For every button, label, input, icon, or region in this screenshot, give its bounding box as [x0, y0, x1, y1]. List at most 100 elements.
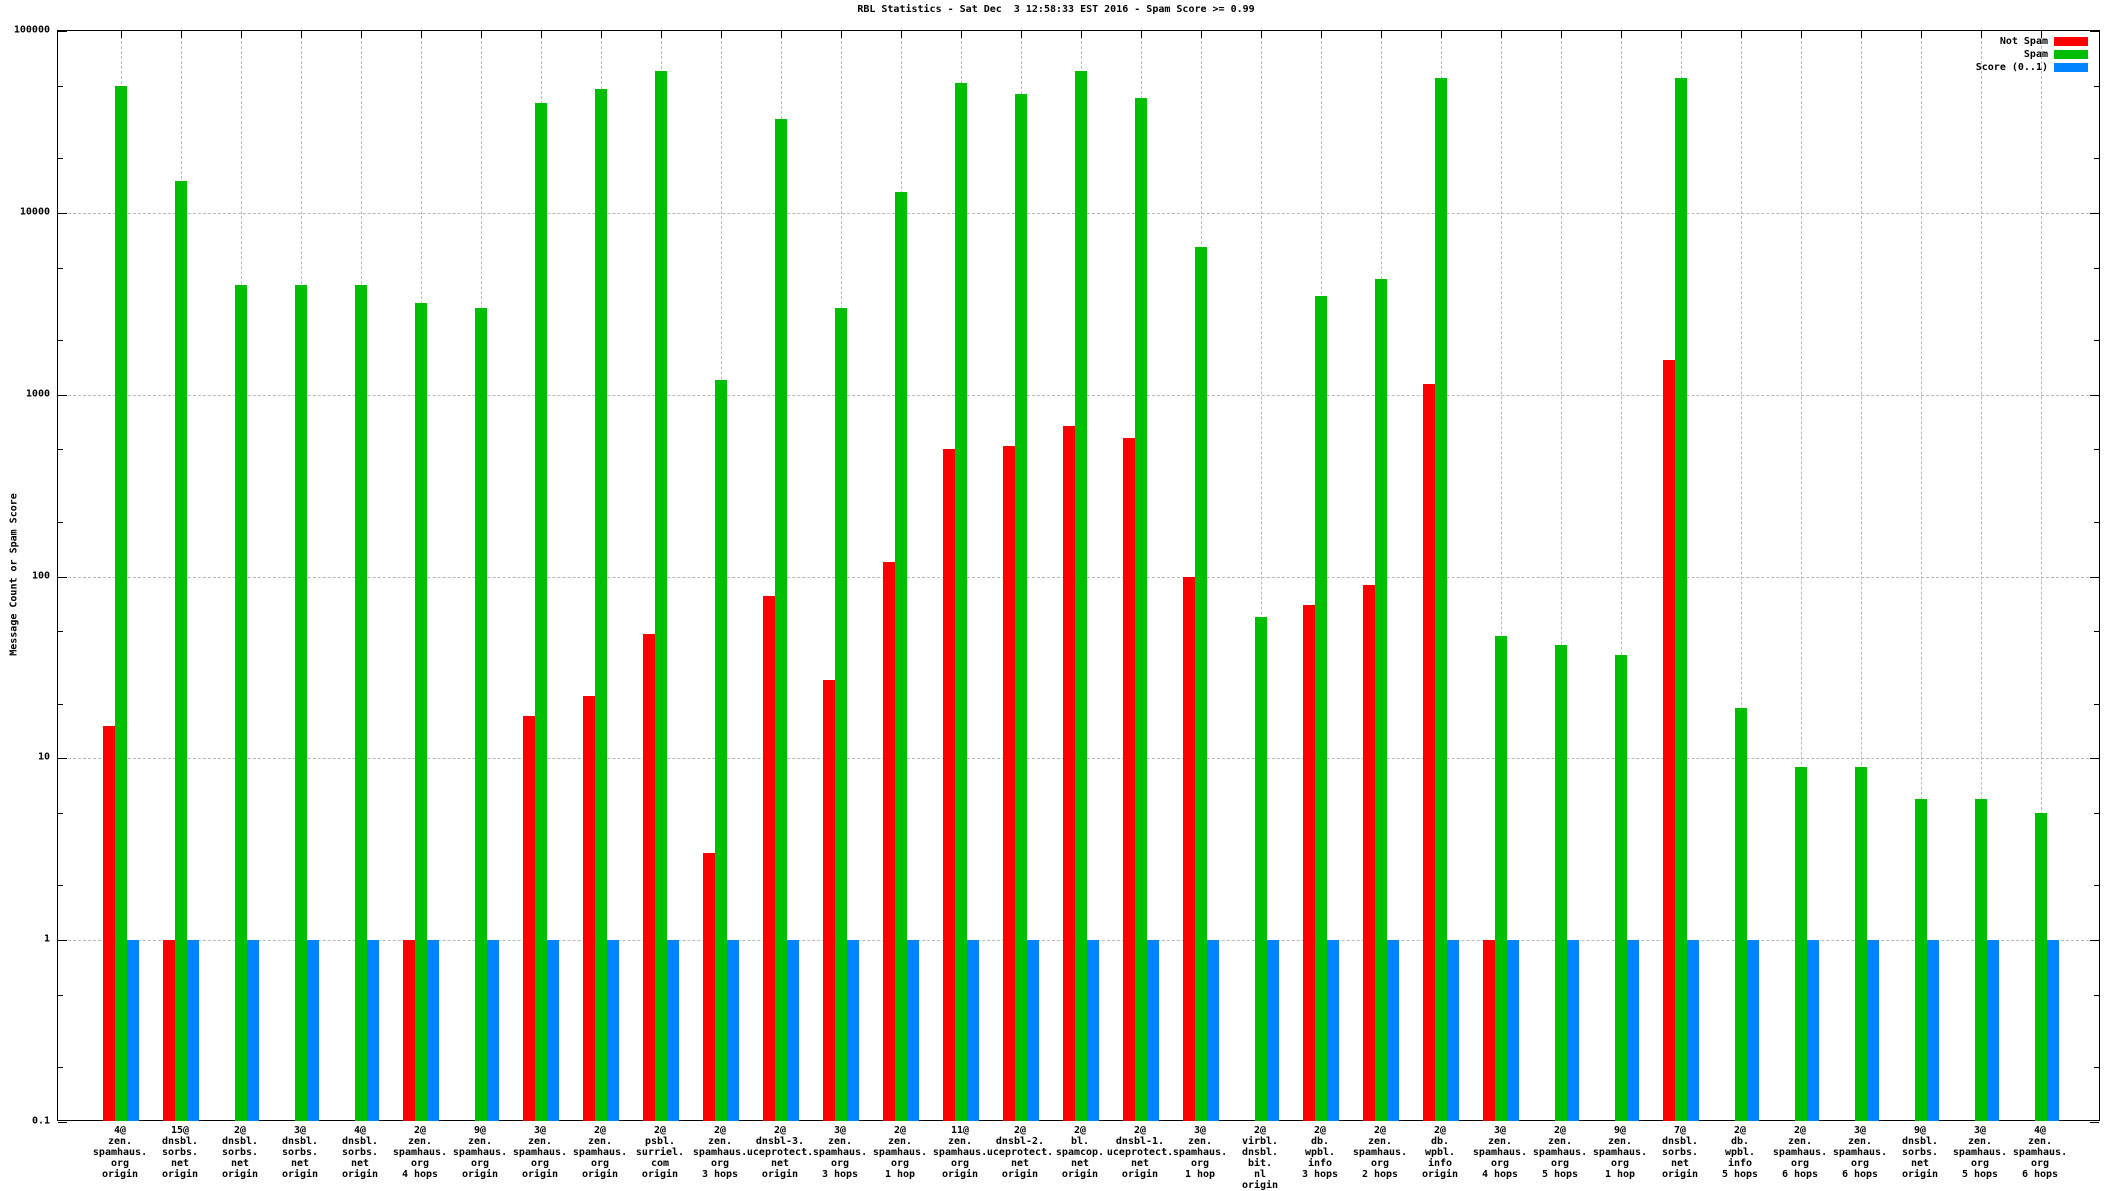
bar-not-spam [403, 940, 415, 1121]
axis-tick [1681, 31, 1682, 38]
axis-tick [2094, 1067, 2099, 1069]
bar-score-0-1 [1447, 940, 1459, 1121]
x-tick-label: 2@ zen. spamhaus. org 6 hops [1772, 1125, 1828, 1180]
bar-spam [1915, 798, 1927, 1121]
bar-spam [1195, 246, 1207, 1121]
y-tick-label: 100 [31, 570, 50, 581]
x-tick-label: 11@ zen. spamhaus. org origin [932, 1125, 988, 1180]
bar-spam [1675, 78, 1687, 1121]
bar-spam [1795, 766, 1807, 1121]
plot-area [57, 30, 2100, 1123]
bar-spam [115, 85, 127, 1121]
bar-not-spam [1303, 604, 1315, 1121]
bar-score-0-1 [1507, 940, 1519, 1121]
axis-tick [301, 31, 302, 38]
bar-score-0-1 [1207, 940, 1219, 1121]
legend-row-not-spam: Not Spam [1976, 36, 2088, 47]
x-tick-label: 2@ zen. spamhaus. org 2 hops [1352, 1125, 1408, 1180]
bar-spam [355, 285, 367, 1121]
bar-not-spam [643, 634, 655, 1121]
bar-spam [475, 307, 487, 1121]
bar-spam [1615, 655, 1627, 1121]
axis-tick [58, 758, 67, 760]
legend-swatch-score [2054, 62, 2088, 72]
x-tick-label: 2@ dnsbl-3. uceprotect. net origin [746, 1125, 814, 1180]
axis-tick [181, 31, 182, 38]
x-tick-label: 2@ dnsbl. sorbs. net origin [221, 1125, 259, 1180]
bar-spam [775, 118, 787, 1121]
axis-tick [1141, 31, 1142, 38]
bar-spam [1075, 71, 1087, 1121]
bar-not-spam [1003, 446, 1015, 1121]
bar-score-0-1 [1627, 940, 1639, 1121]
axis-tick [2094, 521, 2099, 523]
axis-tick [1021, 31, 1022, 38]
axis-tick [661, 31, 662, 38]
bar-score-0-1 [367, 940, 379, 1121]
bar-score-0-1 [1807, 940, 1819, 1121]
legend-row-spam: Spam [1976, 49, 2088, 60]
bar-not-spam [1183, 576, 1195, 1121]
bar-spam [2035, 813, 2047, 1121]
x-tick-label: 2@ dnsbl-2. uceprotect. net origin [986, 1125, 1054, 1180]
bar-score-0-1 [1867, 940, 1879, 1121]
bar-spam [1495, 636, 1507, 1121]
bar-score-0-1 [127, 940, 139, 1121]
bar-spam [1555, 645, 1567, 1121]
bar-score-0-1 [1747, 940, 1759, 1121]
axis-tick [58, 85, 63, 87]
axis-tick [2090, 758, 2099, 760]
axis-tick [58, 631, 63, 633]
x-tick-label: 4@ zen. spamhaus. org 6 hops [2012, 1125, 2068, 1180]
bar-spam [1315, 295, 1327, 1121]
bar-spam [715, 380, 727, 1121]
axis-tick [2094, 631, 2099, 633]
bar-spam [295, 285, 307, 1121]
axis-tick [1441, 31, 1442, 38]
x-tick-label: 2@ db. wpbl. info 3 hops [1301, 1125, 1339, 1180]
axis-tick [1561, 31, 1562, 38]
x-tick-label: 2@ dnsbl-1. uceprotect. net origin [1106, 1125, 1174, 1180]
axis-tick [541, 31, 542, 38]
bar-not-spam [1423, 383, 1435, 1121]
axis-tick [58, 940, 67, 942]
x-tick-label: 7@ dnsbl. sorbs. net origin [1661, 1125, 1699, 1180]
bar-spam [1735, 707, 1747, 1121]
axis-tick [481, 31, 482, 38]
axis-tick [1501, 31, 1502, 38]
x-tick-label: 9@ zen. spamhaus. org 1 hop [1592, 1125, 1648, 1180]
x-tick-label: 2@ psbl. surriel. com origin [635, 1125, 685, 1180]
bar-not-spam [703, 853, 715, 1121]
bar-score-0-1 [1927, 940, 1939, 1121]
x-tick-label: 2@ zen. spamhaus. org 3 hops [692, 1125, 748, 1180]
bar-score-0-1 [667, 940, 679, 1121]
bar-score-0-1 [307, 940, 319, 1121]
axis-tick [58, 813, 63, 815]
bar-spam [1255, 616, 1267, 1121]
axis-tick [2090, 394, 2099, 396]
axis-tick [58, 885, 63, 887]
axis-tick [58, 576, 67, 578]
x-tick-label: 2@ db. wpbl. info origin [1421, 1125, 1459, 1180]
bar-not-spam [103, 726, 115, 1121]
bar-spam [1015, 94, 1027, 1121]
axis-tick [2090, 940, 2099, 942]
axis-tick [961, 31, 962, 38]
y-tick-label: 0.1 [31, 1115, 50, 1127]
bar-not-spam [1483, 940, 1495, 1121]
axis-tick [1741, 31, 1742, 38]
bar-not-spam [1063, 426, 1075, 1121]
x-tick-label: 2@ zen. spamhaus. org 5 hops [1532, 1125, 1588, 1180]
axis-tick [1261, 31, 1262, 38]
axis-tick [2094, 449, 2099, 451]
axis-tick [2094, 885, 2099, 887]
legend-row-score: Score (0..1) [1976, 62, 2088, 73]
bar-score-0-1 [1327, 940, 1339, 1121]
legend: Not Spam Spam Score (0..1) [1976, 36, 2088, 73]
axis-tick [58, 339, 63, 341]
legend-swatch-not-spam [2054, 36, 2088, 46]
bar-score-0-1 [907, 940, 919, 1121]
bar-score-0-1 [487, 940, 499, 1121]
bar-score-0-1 [967, 940, 979, 1121]
axis-tick [1861, 31, 1862, 38]
